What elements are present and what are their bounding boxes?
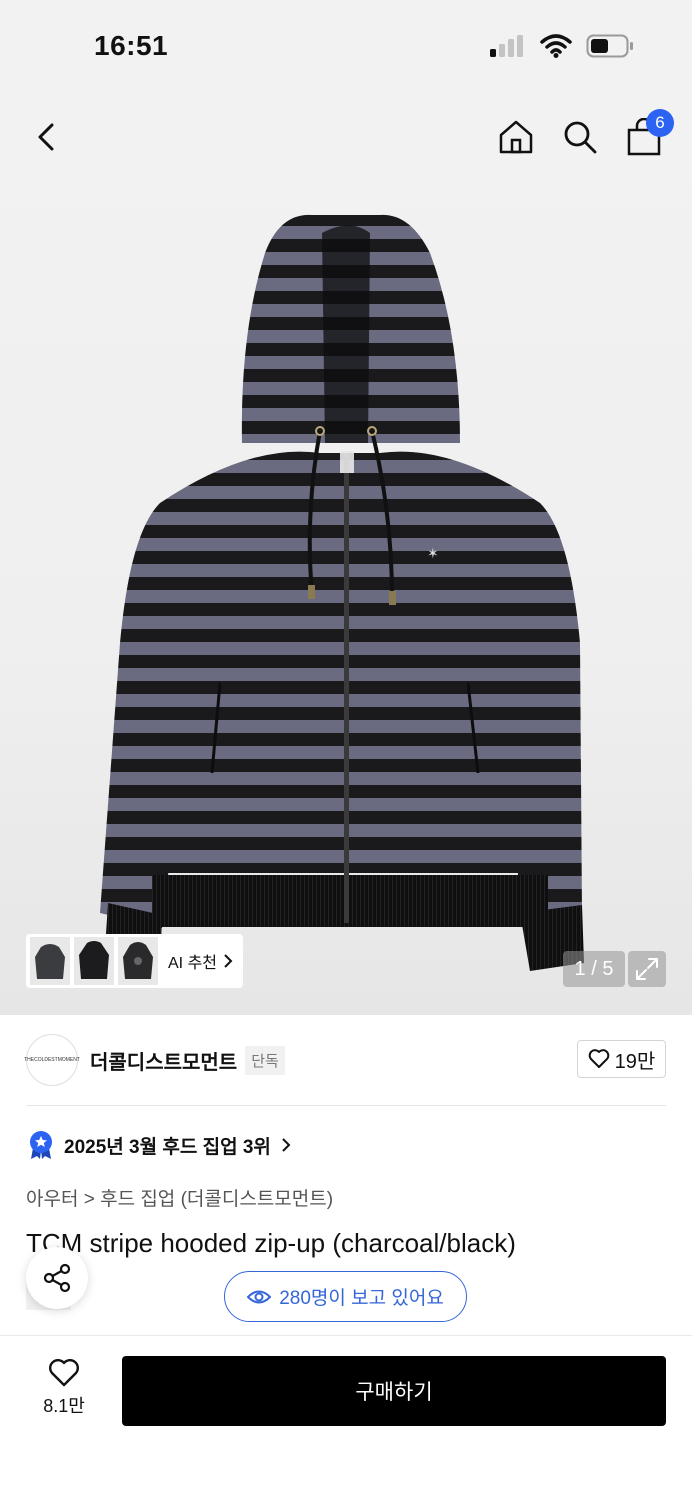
bottom-action-bar: 8.1만 구매하기 (0, 1335, 692, 1500)
battery-icon (586, 34, 633, 58)
status-bar: 16:51 (0, 0, 692, 95)
wifi-icon (540, 34, 572, 58)
brand-exclusive-tag: 단독 (245, 1045, 285, 1075)
viewers-text: 280명이 보고 있어요 (279, 1288, 444, 1309)
ranking-link[interactable]: 2025년 3월 후드 집업 3위 (28, 1130, 291, 1160)
chevron-right-icon (224, 954, 233, 968)
brand-name[interactable]: 더콜디스트모먼트 (90, 1046, 237, 1075)
search-button[interactable] (558, 115, 602, 159)
status-icons (490, 34, 634, 58)
search-icon (564, 121, 597, 154)
home-button[interactable] (494, 115, 538, 159)
svg-text:✶: ✶ (427, 546, 439, 562)
chevron-right-icon (282, 1138, 291, 1152)
divider (26, 1105, 666, 1106)
brand-logo[interactable]: THECOLDESTMOMENT (24, 1034, 80, 1086)
ai-recommend-text: AI 추천 (168, 955, 218, 972)
product-title: TCM stripe hooded zip-up (charcoal/black… (26, 1228, 516, 1258)
buy-button[interactable]: 구매하기 (122, 1356, 666, 1426)
signal-icon (490, 35, 523, 57)
share-icon (43, 1263, 71, 1293)
wishlist-count: 8.1만 (43, 1396, 85, 1416)
expand-image-button[interactable] (628, 951, 666, 987)
image-pager: 1 / 5 (563, 951, 625, 987)
brand-row[interactable]: THECOLDESTMOMENT 더콜디스트모먼트 단독 19만 (24, 1034, 666, 1086)
brand-like-count: 19만 (614, 1050, 656, 1073)
product-image[interactable]: ✶ (100, 213, 600, 983)
heart-icon (588, 1049, 609, 1068)
home-icon (499, 120, 533, 154)
category-breadcrumb[interactable]: 아우터 > 후드 집업 (더콜디스트모먼트) (26, 1184, 333, 1211)
viewers-indicator: 280명이 보고 있어요 (224, 1271, 467, 1322)
expand-icon (636, 958, 658, 980)
ai-recommend-thumbnail[interactable] (30, 937, 70, 985)
ranking-text: 2025년 3월 후드 집업 3위 (64, 1136, 271, 1158)
back-button[interactable] (30, 117, 66, 157)
cart-button[interactable]: 6 (622, 109, 674, 159)
status-time: 16:51 (94, 30, 169, 61)
product-gallery[interactable]: 6 ✶ AI 추천 1 / 5 (0, 95, 692, 1015)
top-nav-actions: 6 (494, 109, 674, 159)
wishlist-button[interactable]: 8.1만 (30, 1358, 98, 1418)
ai-recommend-label[interactable]: AI 추천 (168, 949, 233, 973)
ai-recommend-thumbnail[interactable] (118, 937, 158, 985)
chevron-left-icon (38, 123, 54, 151)
cart-count-badge: 6 (646, 109, 674, 137)
eye-icon (247, 1290, 272, 1303)
heart-icon (49, 1359, 79, 1387)
ranking-badge-icon (30, 1131, 52, 1159)
ai-recommend-strip[interactable]: AI 추천 (26, 934, 243, 988)
share-button[interactable] (26, 1247, 88, 1309)
brand-like-button[interactable]: 19만 (577, 1040, 666, 1078)
ai-recommend-thumbnail[interactable] (74, 937, 114, 985)
